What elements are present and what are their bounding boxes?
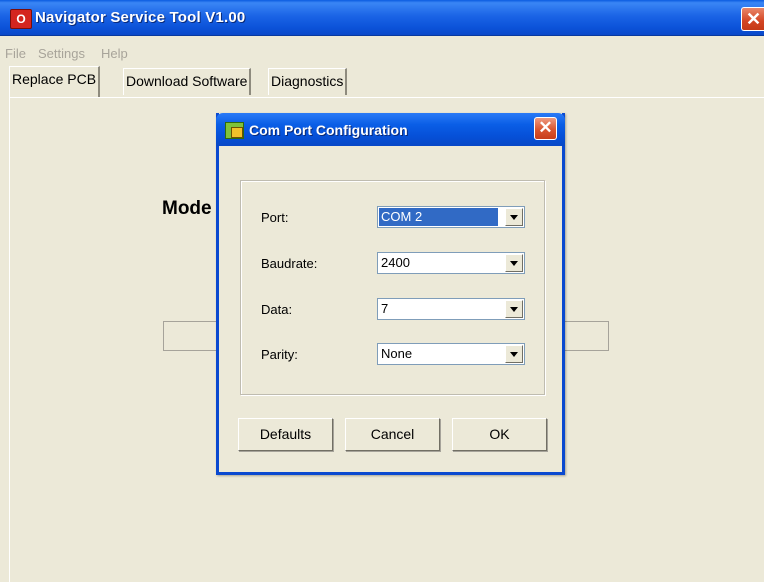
baudrate-select[interactable]: 2400 bbox=[377, 252, 525, 274]
cancel-button[interactable]: Cancel bbox=[345, 418, 440, 451]
app-logo-icon: O bbox=[10, 9, 32, 29]
menu-help[interactable]: Help bbox=[101, 46, 128, 61]
port-select[interactable]: COM 2 bbox=[377, 206, 525, 228]
chevron-down-icon[interactable] bbox=[505, 300, 523, 318]
defaults-button[interactable]: Defaults bbox=[238, 418, 333, 451]
ok-button[interactable]: OK bbox=[452, 418, 547, 451]
chevron-down-icon[interactable] bbox=[505, 345, 523, 363]
port-label: Port: bbox=[261, 210, 289, 225]
dialog-close-icon[interactable]: ✕ bbox=[534, 117, 557, 140]
data-select[interactable]: 7 bbox=[377, 298, 525, 320]
tab-diagnostics[interactable]: Diagnostics bbox=[268, 68, 348, 95]
tab-download-software[interactable]: Download Software bbox=[123, 68, 252, 95]
menu-file[interactable]: File bbox=[5, 46, 26, 61]
parity-label: Parity: bbox=[261, 347, 298, 362]
dialog-title: Com Port Configuration bbox=[249, 122, 408, 138]
menu-settings[interactable]: Settings bbox=[38, 46, 85, 61]
tab-replace-pcb[interactable]: Replace PCB bbox=[9, 66, 101, 97]
dialog-title-bar[interactable]: Com Port Configuration ✕ bbox=[216, 113, 565, 146]
port-value: COM 2 bbox=[379, 208, 498, 226]
baudrate-value: 2400 bbox=[381, 255, 410, 270]
baudrate-label: Baudrate: bbox=[261, 256, 318, 271]
port-config-icon bbox=[225, 122, 244, 139]
chevron-down-icon[interactable] bbox=[505, 254, 523, 272]
model-label: Mode bbox=[162, 198, 212, 219]
menu-bar: File Settings Help bbox=[0, 35, 764, 65]
tab-strip: Replace PCB Download Software Diagnostic… bbox=[0, 66, 764, 98]
window-title: Navigator Service Tool V1.00 bbox=[35, 9, 246, 26]
chevron-down-icon[interactable] bbox=[505, 208, 523, 226]
main-title-bar[interactable]: O Navigator Service Tool V1.00 ✕ bbox=[0, 0, 764, 36]
data-value: 7 bbox=[381, 301, 389, 316]
parity-select[interactable]: None bbox=[377, 343, 525, 365]
close-icon[interactable]: ✕ bbox=[741, 7, 764, 31]
parity-value: None bbox=[381, 346, 413, 361]
data-label: Data: bbox=[261, 302, 293, 317]
